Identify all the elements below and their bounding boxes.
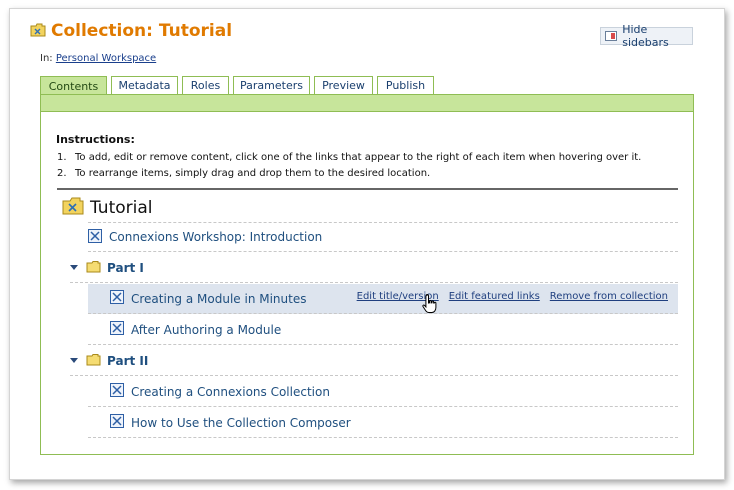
tab-content-bar	[40, 94, 694, 112]
tab-roles[interactable]: Roles	[182, 76, 229, 94]
module-title[interactable]: After Authoring a Module	[131, 323, 281, 337]
module-title[interactable]: How to Use the Collection Composer	[131, 416, 351, 430]
module-row-hovered[interactable]: Creating a Module in Minutes Edit title/…	[88, 284, 678, 314]
part-row[interactable]: Part II	[70, 346, 678, 376]
part-title[interactable]: Part I	[107, 261, 144, 275]
remove-from-collection-link[interactable]: Remove from collection	[550, 291, 668, 302]
module-doc-icon	[110, 289, 124, 308]
page-title: Collection: Tutorial	[51, 21, 233, 41]
instruction-item: 2. To rearrange items, simply drag and dr…	[57, 168, 431, 179]
tab-parameters[interactable]: Parameters	[233, 76, 310, 94]
collection-folder-icon	[30, 22, 46, 41]
instruction-item: 1. To add, edit or remove content, click …	[57, 152, 642, 163]
in-label: In:	[40, 53, 53, 64]
divider	[57, 188, 678, 190]
module-doc-icon	[110, 413, 124, 432]
folder-icon	[86, 258, 101, 277]
root-title: Tutorial	[90, 198, 153, 218]
module-row[interactable]: Connexions Workshop: Introduction	[88, 222, 678, 252]
page-header: Collection: Tutorial	[30, 19, 232, 43]
collection-root[interactable]: Tutorial	[62, 197, 153, 219]
instructions-heading: Instructions:	[56, 133, 135, 146]
module-title[interactable]: Connexions Workshop: Introduction	[109, 230, 322, 244]
module-doc-icon	[110, 320, 124, 339]
module-row[interactable]: How to Use the Collection Composer	[88, 408, 678, 438]
module-row[interactable]: Creating a Connexions Collection	[88, 377, 678, 407]
tab-metadata[interactable]: Metadata	[111, 76, 178, 94]
edit-featured-links-link[interactable]: Edit featured links	[449, 291, 540, 302]
collapse-arrow-icon[interactable]	[70, 358, 78, 363]
hand-pointer-icon	[422, 293, 438, 319]
module-doc-icon	[88, 228, 102, 247]
tab-publish[interactable]: Publish	[377, 76, 434, 94]
tab-contents[interactable]: Contents	[40, 76, 107, 95]
collapse-arrow-icon[interactable]	[70, 265, 78, 270]
part-title[interactable]: Part II	[107, 354, 148, 368]
folder-icon	[86, 351, 101, 370]
module-title[interactable]: Creating a Connexions Collection	[131, 385, 330, 399]
module-title[interactable]: Creating a Module in Minutes	[131, 292, 306, 306]
hide-sidebars-button[interactable]: Hide sidebars	[600, 23, 693, 49]
module-doc-icon	[110, 382, 124, 401]
workspace-link[interactable]: Personal Workspace	[56, 53, 156, 64]
hover-actions: Edit title/version Edit featured links R…	[357, 291, 668, 302]
part-row[interactable]: Part I	[70, 253, 678, 283]
sidebar-toggle-icon	[605, 31, 618, 41]
tab-bar: Contents Metadata Roles Parameters Previ…	[40, 76, 438, 95]
folder-icon	[62, 197, 84, 219]
breadcrumb: In: Personal Workspace	[40, 53, 156, 64]
tab-preview[interactable]: Preview	[314, 76, 373, 94]
module-row[interactable]: After Authoring a Module	[88, 315, 678, 345]
hide-sidebars-label: Hide sidebars	[622, 23, 669, 49]
